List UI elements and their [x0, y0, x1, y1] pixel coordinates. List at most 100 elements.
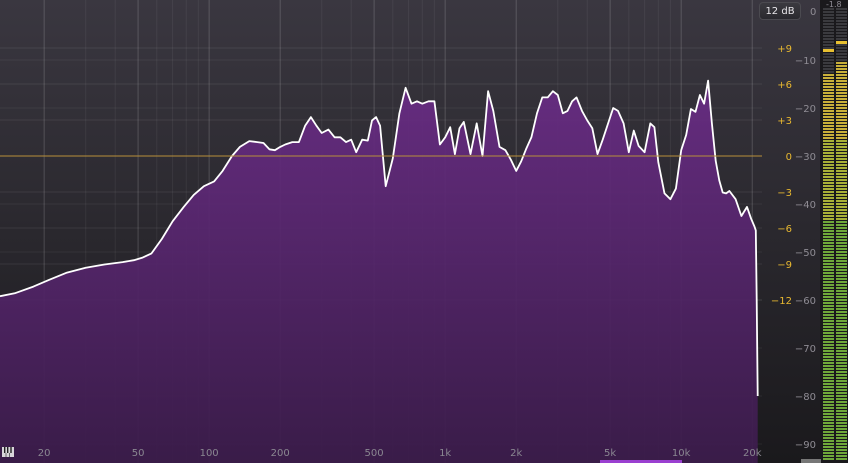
meter-segment: [836, 311, 847, 313]
meter-segment: [836, 203, 847, 205]
meter-segment: [836, 215, 847, 217]
meter-segment: [836, 437, 847, 439]
meter-segment: [823, 383, 834, 385]
meter-segment: [823, 38, 834, 40]
meter-segment: [823, 389, 834, 391]
meter-segment: [836, 302, 847, 304]
meter-segment: [836, 191, 847, 193]
meter-segment: [823, 329, 834, 331]
level-label: −80: [795, 392, 816, 403]
meter-segment: [836, 353, 847, 355]
meter-segment: [823, 335, 834, 337]
piano-keys-icon[interactable]: [2, 447, 14, 457]
meter-segment: [836, 170, 847, 172]
meter-segment: [836, 107, 847, 109]
meter-segment: [836, 218, 847, 220]
range-button[interactable]: 12 dB: [759, 2, 801, 20]
peak-readout: -1.8: [826, 0, 842, 9]
meter-segment: [823, 284, 834, 286]
meter-segment: [836, 407, 847, 409]
meter-segment: [836, 269, 847, 271]
meter-segment: [836, 155, 847, 157]
meter-segment: [836, 230, 847, 232]
meter-segment: [823, 80, 834, 82]
meter-segment: [823, 158, 834, 160]
meter-segment: [823, 392, 834, 394]
meter-segment: [836, 134, 847, 136]
meter-segment: [823, 137, 834, 139]
meter-segment: [823, 224, 834, 226]
eq-gain-label: −6: [777, 224, 792, 235]
meter-segment: [836, 245, 847, 247]
meter-segment: [836, 125, 847, 127]
meter-segment: [836, 80, 847, 82]
spectrum-display[interactable]: +9 +6 +3 0 −3 −6 −9 −12 −10 −20 −30 −40 −50 −60 −70 −80…: [0, 0, 848, 463]
freq-tick-label: 500: [365, 448, 384, 459]
meter-segment: [823, 251, 834, 253]
meter-segment: [823, 437, 834, 439]
meter-segment: [823, 341, 834, 343]
meter-segment: [823, 236, 834, 238]
meter-segment: [823, 83, 834, 85]
eq-gain-label: +6: [777, 80, 792, 91]
meter-segment: [836, 68, 847, 70]
level-label: −60: [795, 296, 816, 307]
meter-segment: [836, 287, 847, 289]
meter-segment: [836, 71, 847, 73]
meter-segment: [836, 26, 847, 28]
meter-segment: [836, 401, 847, 403]
meter-segment: [823, 17, 834, 19]
eq-gain-label: 0: [786, 152, 792, 163]
meter-segment: [823, 290, 834, 292]
meter-segment: [836, 101, 847, 103]
meter-segment: [836, 443, 847, 445]
meter-segment: [823, 458, 834, 460]
meter-segment: [836, 275, 847, 277]
meter-segment: [823, 188, 834, 190]
level-label: −10: [795, 56, 816, 67]
meter-segment: [823, 128, 834, 130]
meter-segment: [836, 221, 847, 223]
meter-segment: [836, 158, 847, 160]
freq-tick-label: 1k: [439, 448, 451, 459]
meter-segment: [823, 317, 834, 319]
meter-segment: [823, 122, 834, 124]
meter-segment: [823, 170, 834, 172]
meter-segment: [823, 185, 834, 187]
meter-segment: [836, 272, 847, 274]
meter-segment: [836, 293, 847, 295]
meter-segment: [836, 410, 847, 412]
meter-segment: [836, 284, 847, 286]
meter-segment: [823, 227, 834, 229]
meter-segment: [836, 167, 847, 169]
meter-segment: [823, 68, 834, 70]
meter-segment: [836, 131, 847, 133]
meter-segment: [823, 155, 834, 157]
eq-gain-label: +9: [777, 44, 792, 55]
meter-segment: [836, 290, 847, 292]
meter-segment: [836, 359, 847, 361]
spectrum-analyzer-window: +9 +6 +3 0 −3 −6 −9 −12 −10 −20 −30 −40 −50 −60 −70 −80…: [0, 0, 848, 463]
meter-segment: [823, 326, 834, 328]
meter-segment: [823, 449, 834, 451]
freq-tick-label: 50: [132, 448, 145, 459]
meter-segment: [836, 98, 847, 100]
meter-segment: [836, 446, 847, 448]
meter-segment: [836, 281, 847, 283]
meter-segment: [823, 203, 834, 205]
meter-segment: [836, 92, 847, 94]
level-label: −30: [795, 152, 816, 163]
meter-segment: [823, 257, 834, 259]
meter-segment: [823, 425, 834, 427]
meter-segment: [836, 206, 847, 208]
meter-segment: [823, 119, 834, 121]
meter-segment: [836, 227, 847, 229]
meter-segment: [836, 251, 847, 253]
freq-tick-label: 20: [38, 448, 51, 459]
meter-segment: [836, 380, 847, 382]
meter-segment: [836, 377, 847, 379]
meter-segment: [823, 332, 834, 334]
scroll-cap[interactable]: [801, 459, 821, 463]
meter-segment: [823, 311, 834, 313]
meter-segment: [823, 56, 834, 58]
